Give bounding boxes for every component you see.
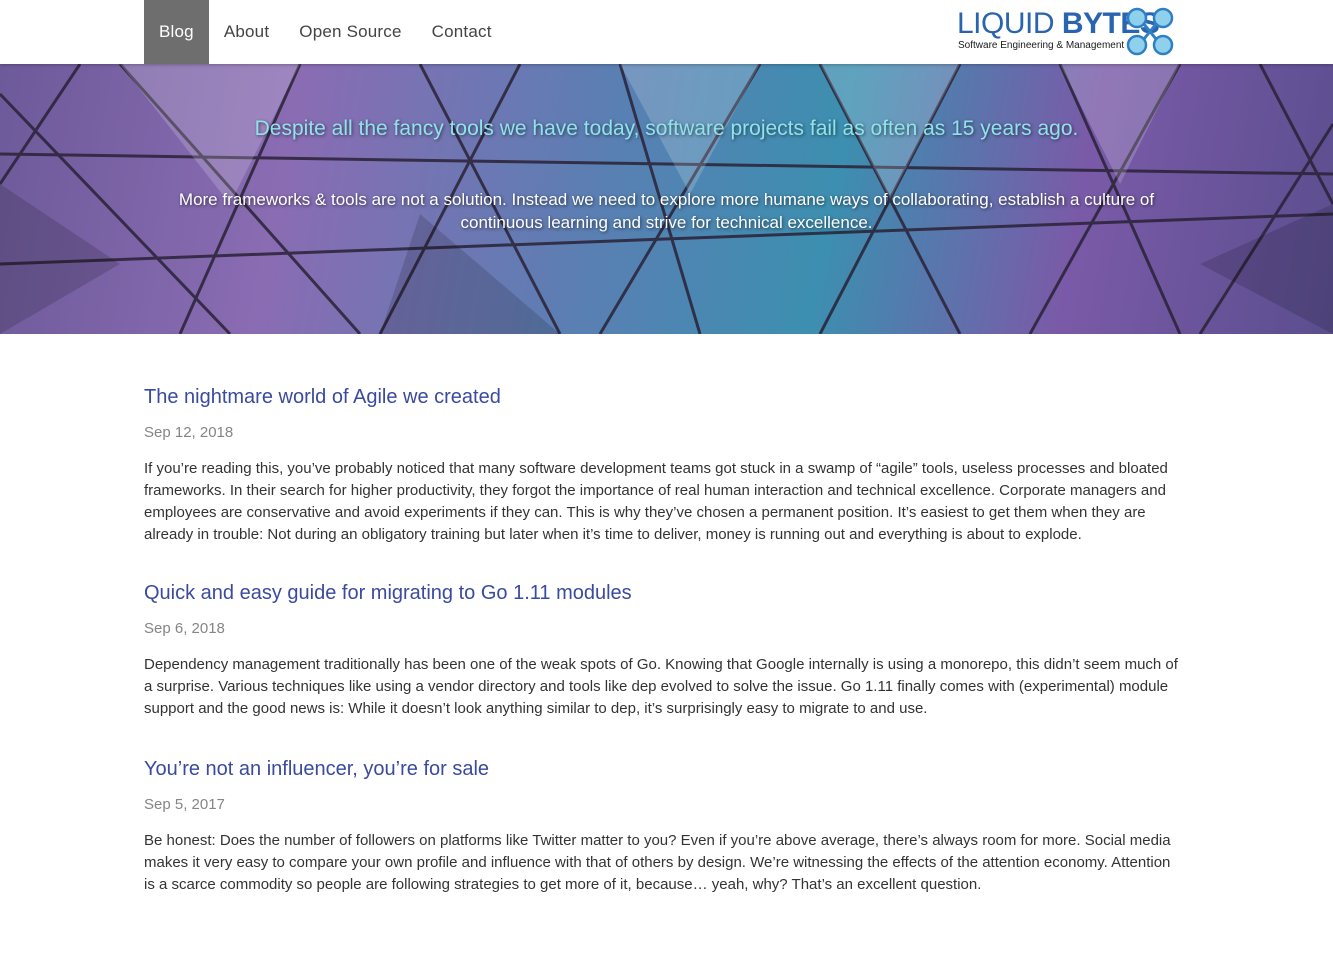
nav-about[interactable]: About [209,0,284,64]
post-list: The nightmare world of Agile we created … [144,380,1184,896]
post-excerpt: Dependency management traditionally has … [144,656,1178,717]
post-item: You’re not an influencer, you’re for sal… [144,752,1184,896]
hero-description: More frameworks & tools are not a soluti… [178,190,1155,232]
logo-bubbles-icon [1126,7,1174,56]
logo-word-liquid: LIQUID [957,7,1055,40]
post-excerpt: If you’re reading this, you’ve probably … [144,460,1168,543]
nav-blog[interactable]: Blog [144,0,209,64]
post-date: Sep 6, 2018 [144,620,225,637]
site-logo[interactable]: LIQUID BYTES Software Engineering & Mana… [957,6,1177,58]
post-item: Quick and easy guide for migrating to Go… [144,576,1184,720]
post-title-link[interactable]: The nightmare world of Agile we created [144,380,1184,414]
logo-tagline: Software Engineering & Management [958,40,1125,51]
post-excerpt: Be honest: Does the number of followers … [144,832,1171,893]
top-navbar: Blog About Open Source Contact LIQUID BY… [0,0,1333,64]
post-title-link[interactable]: Quick and easy guide for migrating to Go… [144,576,1184,610]
post-title-link[interactable]: You’re not an influencer, you’re for sal… [144,752,1184,786]
post-date: Sep 12, 2018 [144,424,234,441]
hero-banner: Despite all the fancy tools we have toda… [0,64,1333,334]
post-item: The nightmare world of Agile we created … [144,380,1184,546]
main-nav: Blog About Open Source Contact [144,0,507,64]
post-date: Sep 5, 2017 [144,796,225,813]
nav-open-source[interactable]: Open Source [284,0,416,64]
nav-contact[interactable]: Contact [417,0,507,64]
hero-headline: Despite all the fancy tools we have toda… [254,117,1079,140]
